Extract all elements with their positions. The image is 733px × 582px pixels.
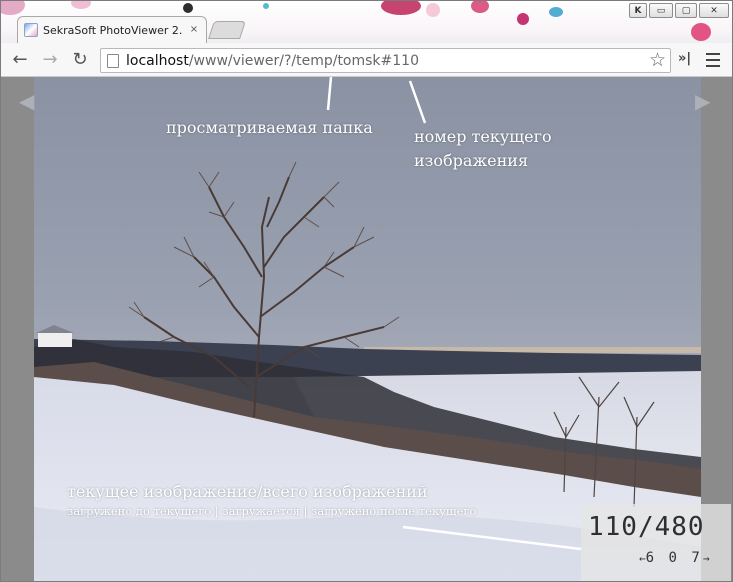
next-image-button[interactable]: ▶ [695, 91, 710, 111]
favicon-icon [24, 23, 38, 37]
url-path: /www/viewer/?/temp/tomsk#110 [188, 52, 419, 69]
annotation-current-total: текущее изображение/всего изображений [67, 482, 428, 501]
annotation-image-number-line2: изображения [414, 151, 529, 170]
annotation-image-number: номер текущего изображения [414, 125, 552, 173]
bookmark-star-icon[interactable]: ☆ [649, 50, 666, 71]
url-host: localhost [126, 52, 189, 69]
theme-decoration [263, 3, 269, 9]
extensions-overflow-button[interactable]: »| [678, 51, 691, 66]
browser-window: SekraSoft PhotoViewer 2.0 × K ▭ ▢ ✕ ← → … [0, 0, 733, 582]
title-bar: SekraSoft PhotoViewer 2.0 × K ▭ ▢ ✕ [1, 1, 732, 43]
theme-decoration [381, 1, 421, 15]
browser-toolbar: ← → ↻ localhost/www/viewer/?/temp/tomsk#… [1, 43, 732, 77]
photo-viewer: ◀ ▶ просматриваемая папка номер текущего… [1, 77, 732, 581]
browser-tab[interactable]: SekraSoft PhotoViewer 2.0 × [17, 16, 207, 43]
annotation-folder: просматриваемая папка [166, 118, 373, 137]
annotation-loaded: загружено до текущего | загружается | за… [67, 504, 477, 518]
maximize-button[interactable]: ▢ [675, 3, 697, 18]
counter-loaded-after: 7 [691, 550, 703, 566]
right-arrow-icon: → [702, 552, 710, 565]
page-icon [107, 53, 119, 68]
reload-button[interactable]: ↻ [69, 49, 91, 71]
tab-title: SekraSoft PhotoViewer 2.0 [43, 23, 183, 37]
theme-decoration [426, 3, 440, 17]
k-button[interactable]: K [629, 3, 647, 18]
theme-decoration [471, 1, 489, 13]
counter-loading: 0 [668, 550, 680, 566]
back-button[interactable]: ← [9, 49, 31, 71]
image-counter: 110/480 ←6 0 7→ [581, 504, 731, 581]
left-arrow-icon: ← [639, 552, 646, 565]
tab-close-icon[interactable]: × [188, 24, 200, 36]
window-controls: K ▭ ▢ ✕ [629, 3, 729, 18]
prev-image-button[interactable]: ◀ [19, 91, 34, 111]
close-button[interactable]: ✕ [699, 3, 729, 18]
theme-decoration [549, 7, 563, 17]
theme-decoration [1, 1, 25, 15]
theme-decoration [517, 13, 529, 25]
menu-icon[interactable] [706, 53, 720, 67]
counter-loaded-before: 6 [645, 550, 658, 566]
url-text[interactable]: localhost/www/viewer/?/temp/tomsk#110 [126, 53, 419, 69]
annotation-image-number-line1: номер текущего [414, 127, 552, 146]
new-tab-button[interactable] [208, 21, 246, 39]
minimize-button[interactable]: ▭ [649, 3, 673, 18]
forward-button[interactable]: → [39, 49, 61, 71]
theme-decoration [183, 3, 193, 13]
counter-loaded-status: ←6 0 7→ [639, 550, 709, 566]
theme-decoration [691, 23, 711, 41]
address-bar[interactable]: localhost/www/viewer/?/temp/tomsk#110 ☆ [100, 48, 671, 73]
theme-decoration [71, 1, 91, 9]
counter-current-total: 110/480 [588, 512, 705, 542]
